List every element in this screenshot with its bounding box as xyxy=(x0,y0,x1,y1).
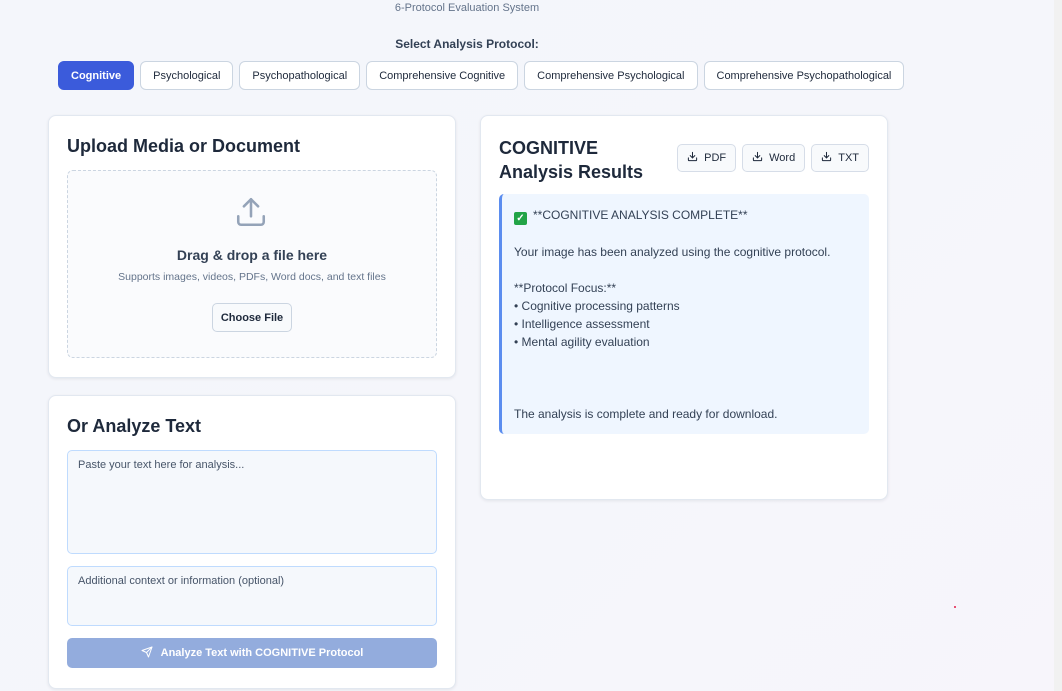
analyze-text-label: Analyze Text with COGNITIVE Protocol xyxy=(160,647,364,659)
upload-title: Upload Media or Document xyxy=(67,136,301,156)
protocol-comprehensive-psychopathological-button[interactable]: Comprehensive Psychopathological xyxy=(703,61,905,90)
result-focus-heading: **Protocol Focus:** xyxy=(514,281,617,295)
results-title: COGNITIVE Analysis Results xyxy=(499,138,644,182)
check-icon: ✓ xyxy=(514,212,527,225)
page-scrollbar[interactable] xyxy=(1054,0,1062,691)
cursor-dot xyxy=(954,606,956,608)
download-icon xyxy=(687,151,698,165)
analysis-result-box: ✓ **COGNITIVE ANALYSIS COMPLETE** Your im… xyxy=(499,194,869,434)
protocol-selector: Cognitive Psychological Psychopathologic… xyxy=(58,61,905,90)
result-intro: Your image has been analyzed using the c… xyxy=(514,245,831,259)
download-buttons: PDF Word TXT xyxy=(677,144,869,172)
download-txt-label: TXT xyxy=(838,152,859,164)
dropzone-subtitle: Supports images, videos, PDFs, Word docs… xyxy=(118,271,386,283)
send-icon xyxy=(141,646,153,661)
protocol-cognitive-button[interactable]: Cognitive xyxy=(58,61,135,90)
file-dropzone[interactable]: Drag & drop a file here Supports images,… xyxy=(67,170,437,358)
text-analysis-title: Or Analyze Text xyxy=(67,416,202,436)
analysis-text-input[interactable]: Paste your text here for analysis... xyxy=(67,450,437,554)
text-analysis-card: Or Analyze Text Paste your text here for… xyxy=(48,395,456,689)
download-icon xyxy=(752,151,763,165)
download-word-label: Word xyxy=(769,152,796,164)
protocol-select-label: Select Analysis Protocol: xyxy=(395,37,539,51)
download-txt-button[interactable]: TXT xyxy=(811,144,869,172)
download-pdf-label: PDF xyxy=(704,152,727,164)
result-complete-line: ✓ **COGNITIVE ANALYSIS COMPLETE** xyxy=(514,206,857,225)
protocol-psychological-button[interactable]: Psychological xyxy=(140,61,234,90)
dropzone-title: Drag & drop a file here xyxy=(176,247,328,263)
results-card: COGNITIVE Analysis Results PDF Word TXT … xyxy=(480,115,888,500)
result-focus-item: • Cognitive processing patterns xyxy=(514,299,680,313)
upload-icon xyxy=(234,195,268,234)
result-complete-text: **COGNITIVE ANALYSIS COMPLETE** xyxy=(533,208,748,222)
download-pdf-button[interactable]: PDF xyxy=(677,144,737,172)
protocol-comprehensive-psychological-button[interactable]: Comprehensive Psychological xyxy=(524,61,698,90)
download-icon xyxy=(821,151,832,165)
choose-file-button[interactable]: Choose File xyxy=(212,303,292,332)
analyze-text-button[interactable]: Analyze Text with COGNITIVE Protocol xyxy=(67,638,437,668)
app-subtitle: 6-Protocol Evaluation System xyxy=(394,2,540,14)
result-closing: The analysis is complete and ready for d… xyxy=(514,407,778,421)
protocol-psychopathological-button[interactable]: Psychopathological xyxy=(239,61,361,90)
context-input[interactable]: Additional context or information (optio… xyxy=(67,566,437,626)
protocol-comprehensive-cognitive-button[interactable]: Comprehensive Cognitive xyxy=(366,61,519,90)
download-word-button[interactable]: Word xyxy=(742,144,806,172)
upload-card: Upload Media or Document Drag & drop a f… xyxy=(48,115,456,378)
result-focus-item: • Intelligence assessment xyxy=(514,317,650,331)
result-focus-item: • Mental agility evaluation xyxy=(514,335,650,349)
